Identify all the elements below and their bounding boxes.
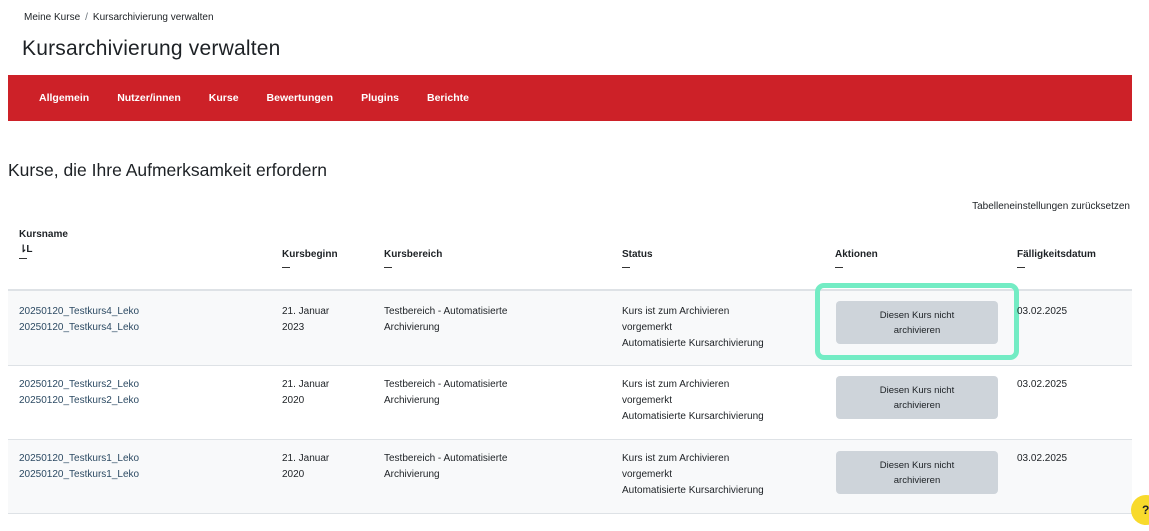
help-button[interactable]: ? [1131, 495, 1149, 525]
help-icon: ? [1142, 503, 1149, 517]
status-line: Kurs ist zum Archivieren [622, 379, 730, 390]
status-line: vorgemerkt [622, 395, 673, 406]
course-begin-cell: 21. Januar 2020 [282, 377, 329, 409]
status-line: vorgemerkt [622, 469, 673, 480]
course-begin-cell: 21. Januar 2023 [282, 304, 329, 336]
course-fullname[interactable]: 20250120_Testkurs1_Leko [19, 467, 139, 483]
nav-item-berichte[interactable]: Berichte [427, 92, 469, 104]
course-category-line: Testbereich - Automatisierte [384, 306, 508, 317]
course-shortname[interactable]: 20250120_Testkurs4_Leko [19, 304, 139, 320]
collapse-column-icon[interactable] [19, 258, 27, 259]
collapse-column-icon[interactable] [622, 267, 630, 268]
button-label-line: archivieren [893, 324, 941, 336]
collapse-column-icon[interactable] [835, 267, 843, 268]
do-not-archive-button[interactable]: Diesen Kurs nicht archivieren [836, 301, 998, 344]
status-line: vorgemerkt [622, 322, 673, 333]
do-not-archive-button[interactable]: Diesen Kurs nicht archivieren [836, 376, 998, 419]
column-header-kursname[interactable]: Kursname ⇂L [19, 229, 68, 259]
button-label-line: archivieren [893, 474, 941, 486]
admin-navbar: Allgemein Nutzer/innen Kurse Bewertungen… [8, 75, 1132, 121]
status-line: Kurs ist zum Archivieren [622, 453, 730, 464]
button-label-line: Diesen Kurs nicht [879, 459, 955, 471]
column-header-aktionen-label: Aktionen [835, 249, 878, 260]
course-begin-year: 2020 [282, 469, 305, 480]
button-label-line: Diesen Kurs nicht [879, 309, 955, 321]
nav-item-bewertungen[interactable]: Bewertungen [267, 92, 334, 104]
column-header-kursname-label: Kursname [19, 229, 68, 240]
status-line: Kurs ist zum Archivieren [622, 306, 730, 317]
collapse-column-icon[interactable] [384, 267, 392, 268]
due-date-cell: 03.02.2025 [1017, 453, 1068, 464]
course-begin-cell: 21. Januar 2020 [282, 451, 329, 483]
course-category-line: Archivierung [384, 395, 440, 406]
course-fullname[interactable]: 20250120_Testkurs2_Leko [19, 393, 139, 409]
breadcrumb: Meine Kurse / Kursarchivierung verwalten [24, 12, 214, 23]
course-begin-date: 21. Januar [282, 453, 330, 464]
course-name-cell[interactable]: 20250120_Testkurs4_Leko 20250120_Testkur… [19, 304, 139, 336]
status-cell: Kurs ist zum Archivieren vorgemerkt Auto… [622, 451, 764, 499]
collapse-column-icon[interactable] [1017, 267, 1025, 268]
status-line: Automatisierte Kursarchivierung [622, 338, 764, 349]
do-not-archive-button[interactable]: Diesen Kurs nicht archivieren [836, 451, 998, 494]
nav-item-nutzerinnen[interactable]: Nutzer/innen [117, 92, 181, 104]
course-fullname[interactable]: 20250120_Testkurs4_Leko [19, 320, 139, 336]
course-category-line: Testbereich - Automatisierte [384, 379, 508, 390]
course-begin-year: 2020 [282, 395, 305, 406]
course-begin-date: 21. Januar [282, 306, 330, 317]
course-category-cell: Testbereich - Automatisierte Archivierun… [384, 451, 507, 483]
sort-ascending-icon[interactable]: ⇂L [19, 244, 68, 255]
due-date-cell: 03.02.2025 [1017, 306, 1068, 317]
due-date-cell: 03.02.2025 [1017, 379, 1068, 390]
button-label-line: archivieren [893, 399, 941, 411]
status-line: Automatisierte Kursarchivierung [622, 485, 764, 496]
column-header-status-label: Status [622, 249, 653, 260]
breadcrumb-separator: / [85, 12, 88, 23]
column-header-faelligkeitsdatum-label: Fälligkeitsdatum [1017, 249, 1096, 260]
table-row [8, 513, 1132, 531]
course-begin-date: 21. Januar [282, 379, 330, 390]
course-category-cell: Testbereich - Automatisierte Archivierun… [384, 377, 507, 409]
nav-item-plugins[interactable]: Plugins [361, 92, 399, 104]
status-cell: Kurs ist zum Archivieren vorgemerkt Auto… [622, 377, 764, 425]
course-name-cell[interactable]: 20250120_Testkurs1_Leko 20250120_Testkur… [19, 451, 139, 483]
course-category-line: Archivierung [384, 469, 440, 480]
course-name-cell[interactable]: 20250120_Testkurs2_Leko 20250120_Testkur… [19, 377, 139, 409]
column-header-aktionen: Aktionen [835, 249, 878, 268]
column-header-kursbeginn-label: Kursbeginn [282, 249, 338, 260]
column-header-kursbereich[interactable]: Kursbereich [384, 249, 442, 268]
course-category-line: Archivierung [384, 322, 440, 333]
course-category-cell: Testbereich - Automatisierte Archivierun… [384, 304, 507, 336]
breadcrumb-current: Kursarchivierung verwalten [92, 12, 214, 23]
column-header-kursbeginn[interactable]: Kursbeginn [282, 249, 338, 268]
collapse-column-icon[interactable] [282, 267, 290, 268]
column-header-faelligkeitsdatum[interactable]: Fälligkeitsdatum [1017, 249, 1096, 268]
reset-table-settings-link[interactable]: Tabelleneinstellungen zurücksetzen [972, 201, 1130, 212]
breadcrumb-link-meine-kurse[interactable]: Meine Kurse [24, 12, 80, 23]
status-cell: Kurs ist zum Archivieren vorgemerkt Auto… [622, 304, 764, 352]
course-category-line: Testbereich - Automatisierte [384, 453, 508, 464]
nav-item-allgemein[interactable]: Allgemein [39, 92, 89, 104]
column-header-status[interactable]: Status [622, 249, 653, 268]
button-label-line: Diesen Kurs nicht [879, 384, 955, 396]
section-title: Kurse, die Ihre Aufmerksamkeit erfordern [8, 160, 328, 180]
nav-item-kurse[interactable]: Kurse [209, 92, 239, 104]
course-begin-year: 2023 [282, 322, 305, 333]
status-line: Automatisierte Kursarchivierung [622, 411, 764, 422]
page-title: Kursarchivierung verwalten [22, 37, 281, 60]
course-shortname[interactable]: 20250120_Testkurs1_Leko [19, 451, 139, 467]
column-header-kursbereich-label: Kursbereich [384, 249, 443, 260]
course-shortname[interactable]: 20250120_Testkurs2_Leko [19, 377, 139, 393]
